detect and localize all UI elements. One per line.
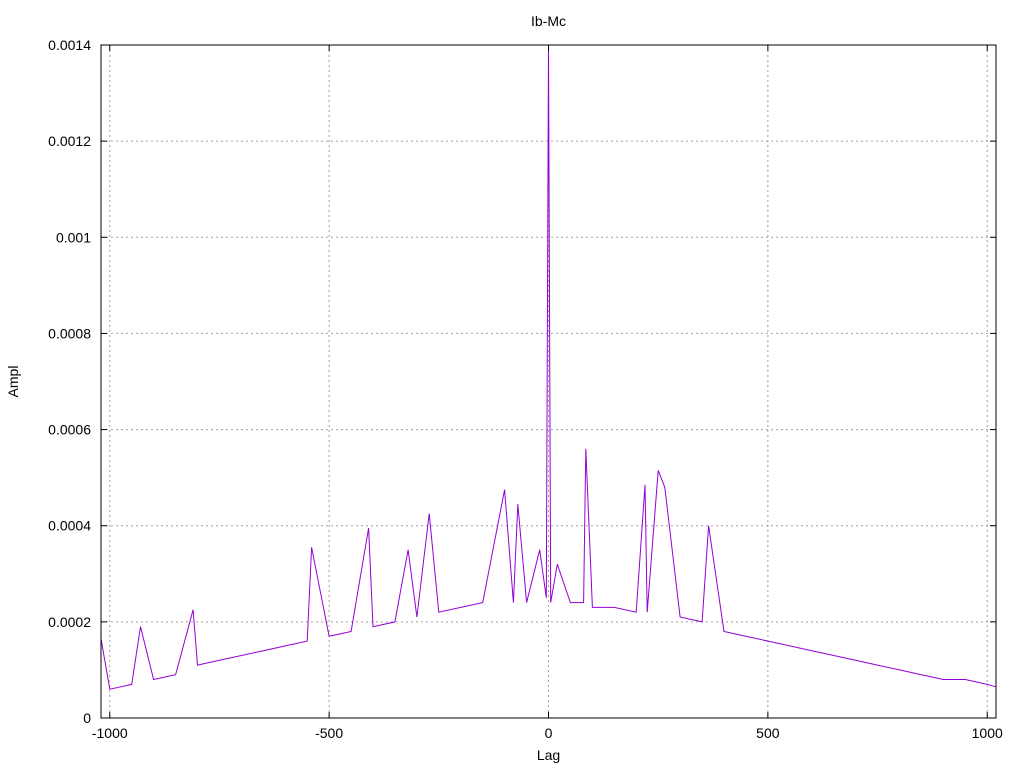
- x-tick-label: 500: [756, 725, 780, 741]
- x-tick-label: -500: [315, 725, 343, 741]
- chart-title: Ib-Mc: [531, 13, 566, 29]
- y-tick-label: 0.0004: [48, 518, 91, 534]
- x-tick-label: 1000: [972, 725, 1003, 741]
- y-tick-label: 0: [83, 710, 91, 726]
- y-tick-label: 0.0008: [48, 325, 91, 341]
- tick-labels: -1000 -500 0 500 1000 0 0.0002 0.0004 0.0006 0.00…: [48, 37, 1003, 741]
- y-tick-label: 0.0006: [48, 422, 91, 438]
- y-tick-label: 0.001: [56, 229, 91, 245]
- y-tick-label: 0.0002: [48, 614, 91, 630]
- y-tick-label: 0.0012: [48, 133, 91, 149]
- chart-canvas: -1000 -500 0 500 1000 0 0.0002 0.0004 0.0006 0.00…: [5, 13, 1003, 763]
- x-axis-label: Lag: [537, 747, 560, 763]
- y-axis-label: Ampl: [5, 366, 21, 398]
- x-tick-label: 0: [545, 725, 553, 741]
- x-tick-label: -1000: [92, 725, 128, 741]
- y-tick-label: 0.0014: [48, 37, 91, 53]
